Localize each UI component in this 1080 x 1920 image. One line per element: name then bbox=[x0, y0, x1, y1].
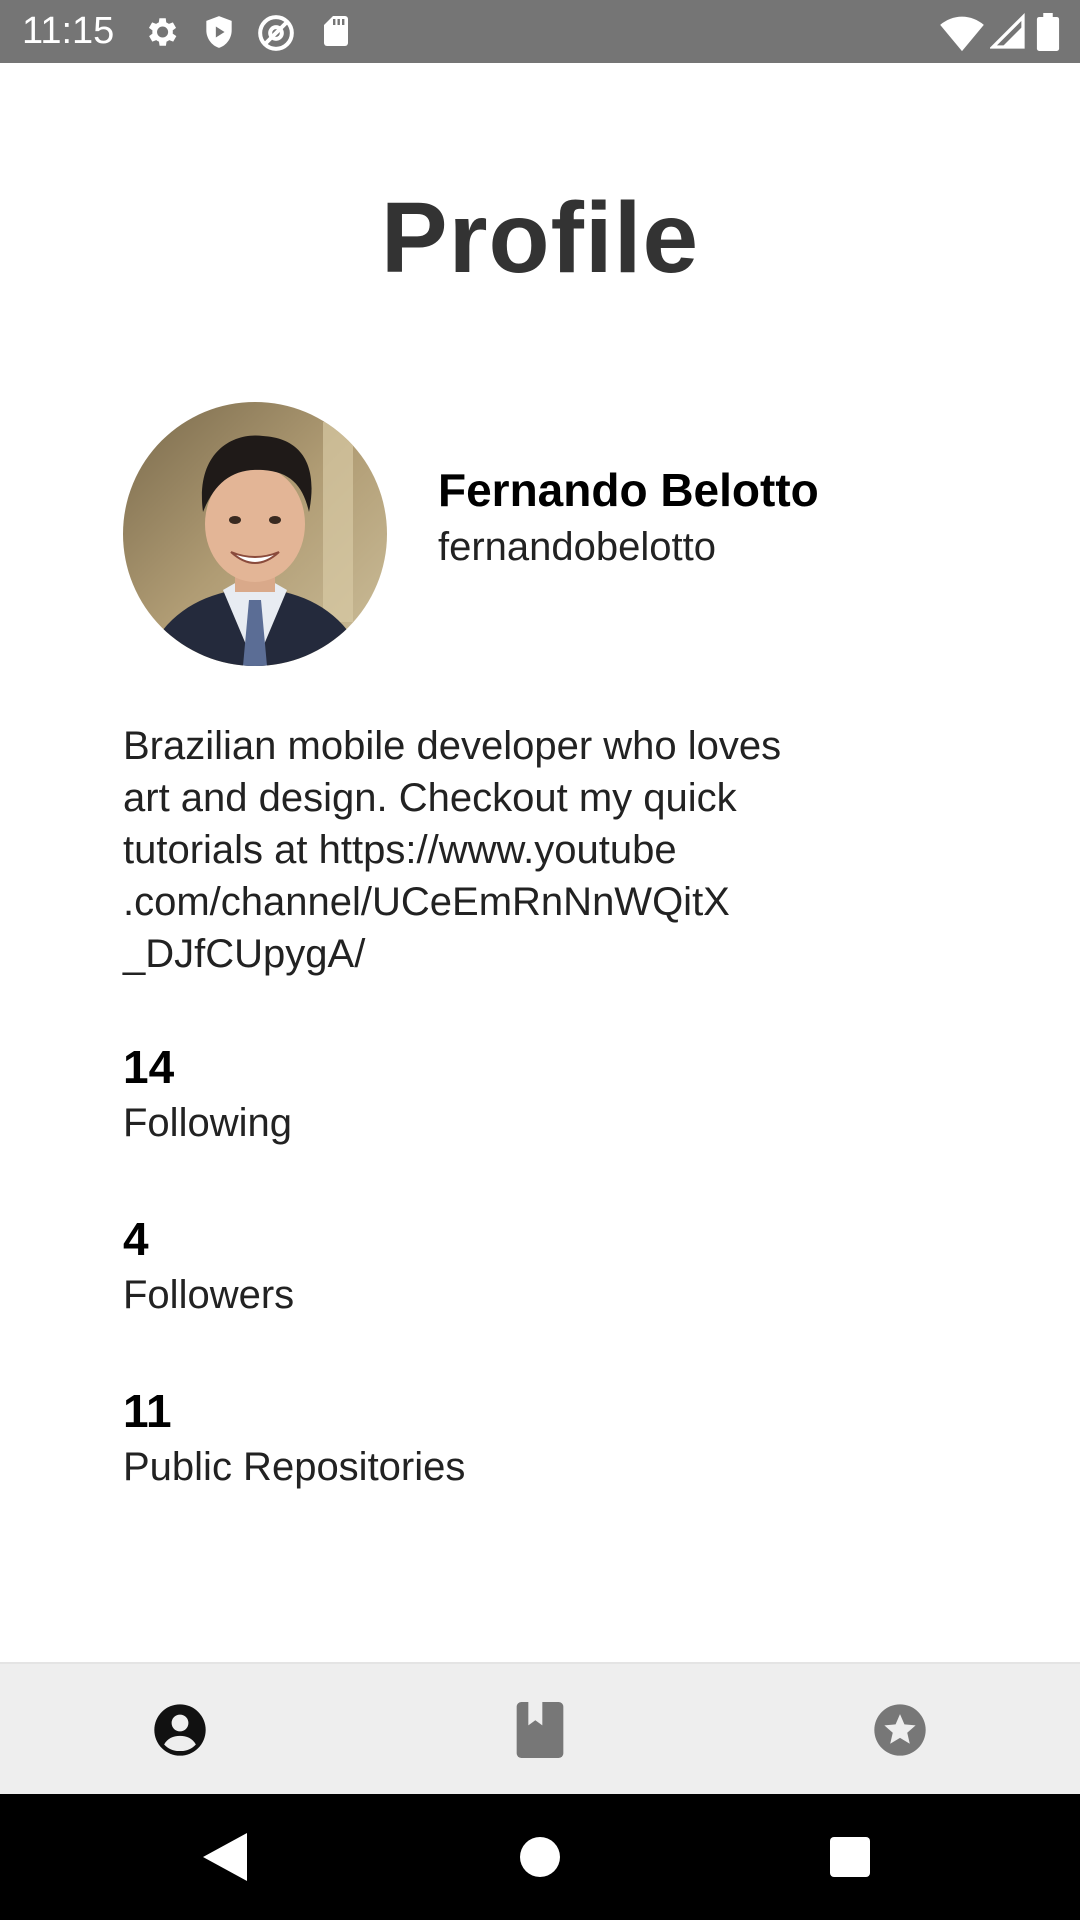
recents-button[interactable] bbox=[780, 1794, 920, 1920]
stat-label: Following bbox=[123, 1101, 292, 1145]
bio-line: _DJfCUpygA/ bbox=[123, 932, 366, 976]
bottom-nav bbox=[0, 1662, 1080, 1796]
book-icon bbox=[516, 1702, 564, 1758]
recents-square-icon bbox=[830, 1837, 870, 1877]
profile-name: Fernando Belotto bbox=[438, 464, 819, 516]
wifi-icon bbox=[940, 16, 984, 52]
shield-icon bbox=[206, 16, 232, 48]
star-circle-icon bbox=[874, 1704, 926, 1756]
stat-value: 14 bbox=[123, 1041, 175, 1093]
gear-icon bbox=[148, 18, 177, 46]
at-sign-icon bbox=[258, 15, 294, 51]
stat-public-repositories: 11 Public Repositories bbox=[123, 1384, 465, 1494]
signal-icon bbox=[990, 13, 1025, 49]
profile-username: fernandobelotto bbox=[438, 525, 717, 569]
battery-icon bbox=[1036, 13, 1060, 51]
stat-followers: 4 Followers bbox=[123, 1212, 294, 1322]
page-title: Profile bbox=[380, 182, 700, 294]
profile-bio: Brazilian mobile developer who loves art… bbox=[123, 720, 923, 980]
back-triangle-icon bbox=[203, 1833, 247, 1881]
stat-label: Followers bbox=[123, 1273, 295, 1317]
avatar bbox=[123, 402, 387, 666]
bio-line: art and design. Checkout my quick bbox=[123, 776, 737, 820]
status-time: 11:15 bbox=[22, 10, 115, 52]
bio-line: Brazilian mobile developer who loves bbox=[123, 724, 782, 768]
status-bar: 11:15 bbox=[0, 0, 1080, 63]
tab-starred[interactable] bbox=[810, 1664, 990, 1796]
account-circle-icon bbox=[154, 1704, 206, 1756]
back-button[interactable] bbox=[155, 1794, 295, 1920]
home-button[interactable] bbox=[470, 1794, 610, 1920]
system-nav-bar bbox=[0, 1794, 1080, 1920]
bio-line: .com/channel/UCeEmRnNnWQitX bbox=[123, 880, 730, 924]
stat-following: 14 Following bbox=[123, 1040, 292, 1150]
home-circle-icon bbox=[520, 1837, 560, 1877]
stat-label: Public Repositories bbox=[123, 1445, 466, 1489]
stat-value: 4 bbox=[123, 1213, 149, 1265]
sd-card-icon bbox=[324, 16, 348, 46]
bio-line: tutorials at https://www.youtube bbox=[123, 828, 677, 872]
tab-profile[interactable] bbox=[90, 1664, 270, 1796]
tab-repositories[interactable] bbox=[450, 1664, 630, 1796]
stat-value: 11 bbox=[123, 1385, 172, 1437]
